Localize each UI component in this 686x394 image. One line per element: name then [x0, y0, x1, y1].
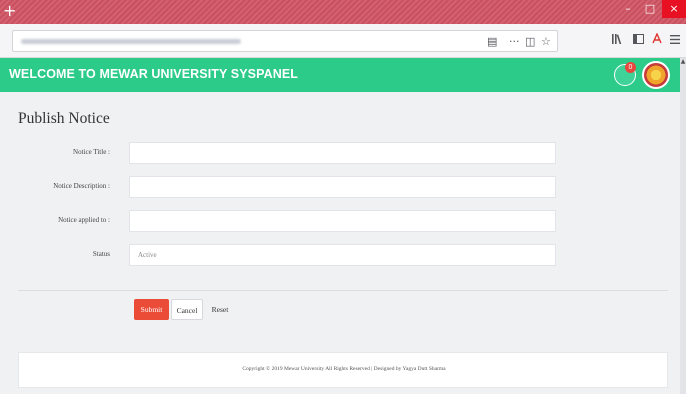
browser-titlebar: + – □ × — [0, 0, 686, 24]
notification-badge: 0 — [625, 62, 636, 73]
notice-title-input[interactable] — [129, 142, 556, 164]
cancel-button[interactable]: Cancel — [171, 299, 203, 320]
maximize-button[interactable]: □ — [640, 0, 660, 18]
library-icon[interactable] — [612, 34, 624, 48]
reader-view-icon[interactable]: ▤ — [487, 35, 497, 49]
more-icon[interactable]: ··· — [509, 35, 520, 49]
form-divider — [18, 290, 668, 291]
pocket-icon[interactable]: ◫ — [525, 35, 535, 49]
status-input[interactable] — [129, 244, 556, 266]
submit-button[interactable]: Submit — [134, 299, 169, 320]
sidebar-icon[interactable] — [633, 34, 644, 48]
pdf-icon[interactable] — [652, 32, 662, 48]
minimize-button[interactable]: – — [618, 0, 638, 18]
blurred-url — [21, 39, 241, 44]
new-tab-button[interactable]: + — [3, 1, 16, 21]
page-scrollbar[interactable]: ▲ — [680, 58, 686, 394]
app-header: WELCOME TO MEWAR UNIVERSITY SYSPANEL 0 — [0, 58, 680, 92]
bookmark-star-icon[interactable]: ☆ — [541, 35, 551, 49]
page-footer: Copyright © 2019 Mewar University All Ri… — [18, 352, 668, 388]
university-logo-avatar[interactable] — [642, 61, 670, 89]
copyright-text: Copyright © 2019 Mewar University All Ri… — [242, 366, 446, 372]
status-label: Status — [92, 250, 110, 258]
close-window-button[interactable]: × — [662, 0, 686, 18]
browser-navbar: ▤ ··· ◫ ☆ — [0, 24, 686, 58]
scroll-up-arrow-icon[interactable]: ▲ — [680, 58, 686, 66]
menu-icon[interactable] — [670, 34, 680, 48]
notification-bell-icon[interactable]: 0 — [614, 62, 636, 86]
notice-applied-to-label: Notice applied to : — [58, 216, 110, 224]
page-title: Publish Notice — [18, 110, 110, 127]
address-bar[interactable]: ▤ ··· ◫ ☆ — [12, 30, 558, 52]
notice-description-input[interactable] — [129, 176, 556, 198]
brand-title: WELCOME TO MEWAR UNIVERSITY SYSPANEL — [9, 67, 299, 81]
notice-description-label: Notice Description : — [53, 182, 110, 190]
notice-applied-to-input[interactable] — [129, 210, 556, 232]
notice-title-label: Notice Title : — [73, 148, 110, 156]
reset-button[interactable]: Reset — [205, 299, 235, 320]
